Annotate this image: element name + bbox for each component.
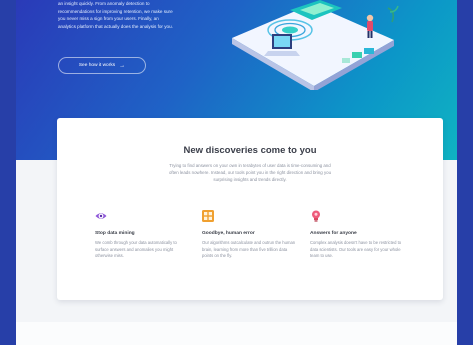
- section-title: New discoveries come to you: [183, 145, 317, 156]
- plant-shape: [387, 5, 399, 23]
- feature-goodbye-human-error: Goodbye, human error Our algorithms outc…: [202, 210, 297, 260]
- arrow-right-icon: →: [119, 62, 126, 69]
- hero-intro-line: analytics platform that actually does th…: [58, 23, 173, 29]
- cta-label: See how it works: [78, 63, 116, 68]
- next-section-strip: [16, 322, 457, 345]
- hero-intro-line: an insight quickly. From anomaly detecti…: [58, 1, 150, 6]
- hero-intro-line: you never miss a sign from your users. F…: [58, 16, 159, 21]
- discoveries-card: New discoveries come to you Trying to fi…: [57, 118, 443, 300]
- feature-text: Our algorithms outcalculate and outrun t…: [202, 240, 296, 259]
- feature-title: Stop data mining: [95, 231, 135, 236]
- isometric-analytics-illustration: [232, 0, 399, 90]
- section-description: Trying to find answers on your own in te…: [168, 163, 332, 182]
- feature-title: Goodbye, human error: [202, 231, 255, 236]
- page-frame: an insight quickly. From anomaly detecti…: [16, 0, 457, 345]
- eye-icon: [95, 213, 107, 219]
- feature-answers-for-anyone: Answers for anyone Complex analysis does…: [310, 210, 405, 260]
- hero-intro-line: recommendations for improving retention,…: [58, 8, 173, 14]
- feature-title: Answers for anyone: [310, 231, 357, 236]
- feature-stop-data-mining: Stop data mining We comb through your da…: [95, 210, 190, 260]
- grid-icon: [202, 210, 214, 222]
- feature-text: We comb through your data automatically …: [95, 240, 177, 259]
- hero-intro: an insight quickly. From anomaly detecti…: [58, 0, 223, 30]
- lightbulb-icon: [312, 210, 320, 222]
- see-how-it-works-button[interactable]: See how it works →: [58, 57, 146, 74]
- feature-text: Complex analysis doesn't have to be rest…: [310, 240, 402, 259]
